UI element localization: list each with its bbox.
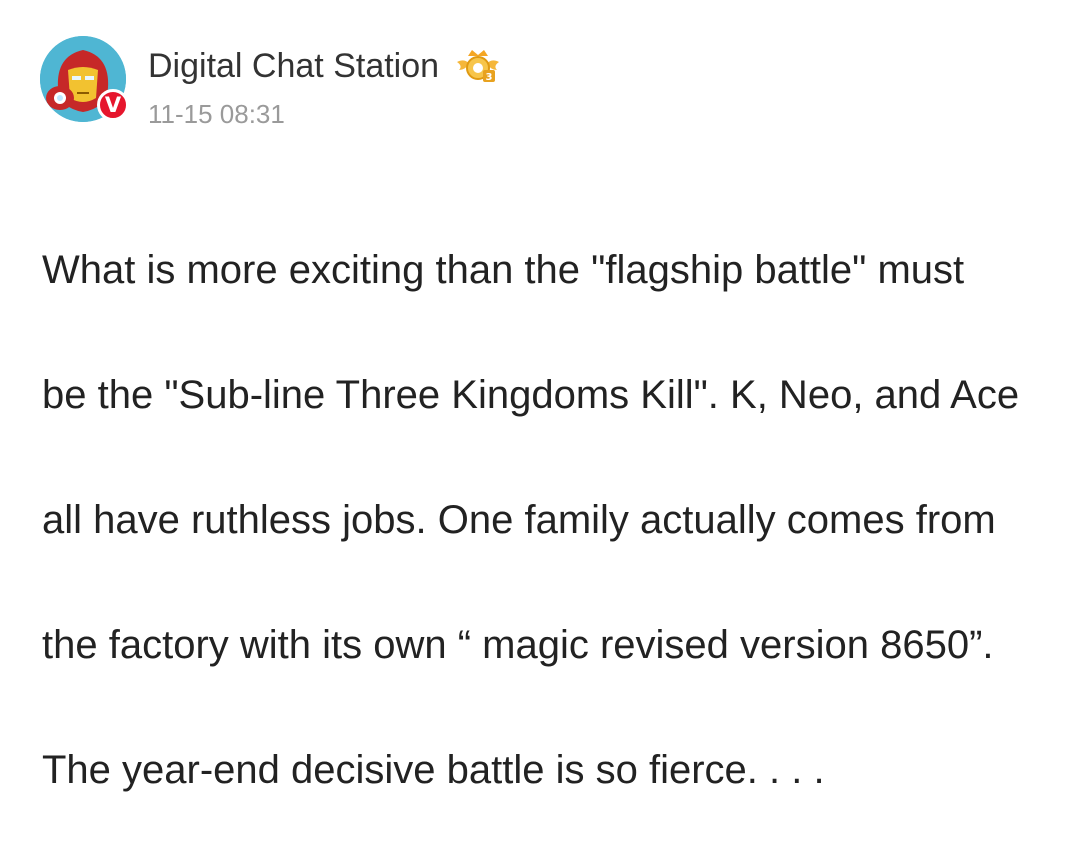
post-line: the factory with its own “ magic revised… (42, 622, 994, 667)
author-name[interactable]: Digital Chat Station (148, 46, 439, 86)
svg-text:3: 3 (486, 72, 493, 83)
post-line: What is more exciting than the "flagship… (42, 247, 965, 292)
post-body: What is more exciting than the "flagship… (42, 176, 1062, 864)
post-timestamp: 11-15 08:31 (148, 99, 285, 129)
avatar[interactable]: V (40, 36, 130, 126)
author-row: Digital Chat Station 3 (148, 46, 501, 86)
post-line: all have ruthless jobs. One family actua… (42, 497, 996, 542)
post-line: The year-end decisive battle is so fierc… (42, 747, 825, 792)
post-line: be the "Sub-line Three Kingdoms Kill". K… (42, 372, 1020, 417)
post-header: V Digital Chat Station 3 11-15 08:31 (40, 36, 740, 129)
verified-badge-icon: V (97, 89, 129, 121)
crown-badge-icon[interactable]: 3 (455, 48, 501, 86)
